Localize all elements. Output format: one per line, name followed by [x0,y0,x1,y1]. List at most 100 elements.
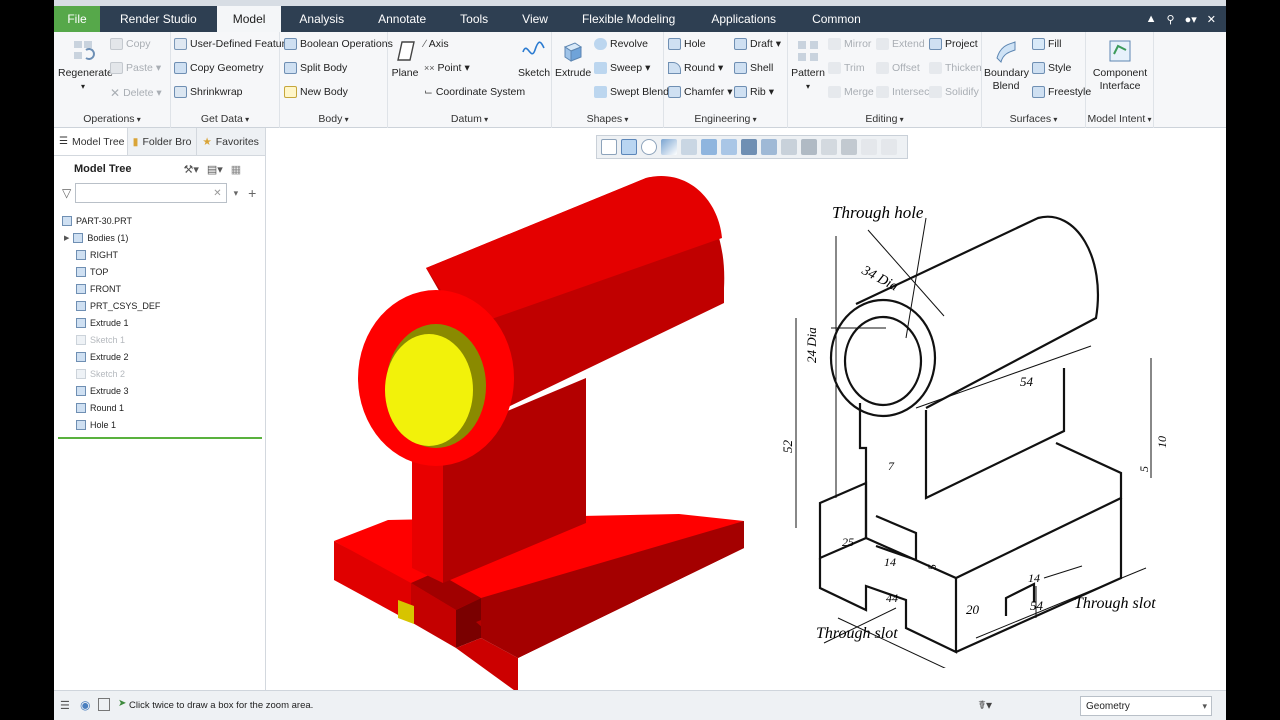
mirror-button[interactable]: Mirror [828,38,871,50]
tree-item[interactable]: Hole 1 [54,416,266,433]
component-interface-button[interactable]: Component Interface [1088,38,1152,93]
tree-item[interactable]: PRT_CSYS_DEF [54,297,266,314]
trim-button[interactable]: Trim [828,62,865,74]
extrude-button[interactable]: Extrude [555,38,591,80]
tree-item[interactable]: Extrude 1 [54,314,266,331]
project-button[interactable]: Project [929,38,978,50]
shrinkwrap-button[interactable]: Shrinkwrap [174,86,243,98]
spin-center-icon[interactable] [821,139,837,155]
group-label-editing[interactable]: Editing [788,113,981,125]
swept-blend-button[interactable]: Swept Blend [594,86,669,98]
tree-insert-marker[interactable] [58,437,262,439]
expand-icon[interactable]: ▶ [64,234,69,242]
tree-item[interactable]: Sketch 1 [54,331,266,348]
tab-file[interactable]: File [54,6,100,32]
group-label-datum[interactable]: Datum [388,113,551,125]
revolve-button[interactable]: Revolve [594,38,648,50]
copy-geometry-button[interactable]: Copy Geometry [174,62,264,74]
sketch-button[interactable]: Sketch [518,38,550,80]
close-icon[interactable]: ✕ [1207,13,1216,26]
pattern-button[interactable]: Pattern ▾ [790,38,826,93]
group-label-shapes[interactable]: Shapes [552,113,663,125]
tab-folder-browser[interactable]: ▮ Folder Bro [128,128,198,155]
fill-button[interactable]: Fill [1032,38,1061,50]
section-icon[interactable] [841,139,857,155]
next-icon[interactable] [881,139,897,155]
sweep-button[interactable]: Sweep ▾ [594,62,650,74]
tab-flexible-modeling[interactable]: Flexible Modeling [564,6,693,32]
find-icon[interactable]: ☤▾ [978,698,992,712]
part-3d-model[interactable] [266,128,786,690]
tab-common[interactable]: Common [794,6,879,32]
tab-annotate[interactable]: Annotate [362,6,442,32]
tab-model-tree[interactable]: ☰ Model Tree [54,128,128,155]
tab-view[interactable]: View [506,6,564,32]
tree-item[interactable]: RIGHT [54,246,266,263]
group-label-model-intent[interactable]: Model Intent [1086,113,1153,125]
freestyle-button[interactable]: Freestyle [1032,86,1091,98]
tree-item[interactable]: TOP [54,263,266,280]
tab-render-studio[interactable]: Render Studio [100,6,217,32]
tree-search-input[interactable] [75,183,228,203]
tab-favorites[interactable]: ★ Favorites [197,128,265,155]
round-button[interactable]: Round ▾ [668,62,723,74]
intersect-button[interactable]: Intersect [876,86,932,98]
draft-button[interactable]: Draft ▾ [734,38,781,50]
tab-applications[interactable]: Applications [693,6,794,32]
tree-item[interactable]: ▶ Bodies (1) [54,229,266,246]
tree-item[interactable]: PART-30.PRT [54,212,266,229]
extend-button[interactable]: Extend [876,38,925,50]
tab-tools[interactable]: Tools [442,6,506,32]
status-tree-icon[interactable]: ☰ [60,699,70,712]
regenerate-button[interactable]: Regenerate ▾ [58,38,113,93]
selection-filter-dropdown[interactable]: Geometry [1080,696,1212,716]
tab-analysis[interactable]: Analysis [281,6,362,32]
boolean-operations-button[interactable]: Boolean Operations [284,38,393,50]
group-label-surfaces[interactable]: Surfaces [982,113,1085,125]
rib-button[interactable]: Rib ▾ [734,86,774,98]
paste-button[interactable]: Paste ▾ [110,62,161,74]
add-filter-icon[interactable]: + [248,185,256,201]
tree-item[interactable]: Sketch 2 [54,365,266,382]
new-body-button[interactable]: New Body [284,86,348,98]
point-button[interactable]: ×× Point ▾ [424,62,470,74]
status-fullscreen-icon[interactable] [98,698,110,711]
copy-button[interactable]: Copy [110,38,151,50]
tree-item[interactable]: Round 1 [54,399,266,416]
merge-button[interactable]: Merge [828,86,874,98]
axis-button[interactable]: ∕ Axis [424,38,449,50]
delete-button[interactable]: ✕ Delete ▾ [110,86,162,100]
tree-settings-icon[interactable]: ⚒▾ [183,163,198,176]
pause-icon[interactable] [861,139,877,155]
tree-columns-icon[interactable]: ▤▾ [207,163,223,176]
coordinate-system-button[interactable]: ⌙ Coordinate System [424,86,525,98]
split-body-button[interactable]: Split Body [284,62,347,74]
graphics-area[interactable]: Through hole 34 Dia 24 Dia 52 54 7 10 5 … [266,128,1226,690]
tab-model[interactable]: Model [216,6,282,32]
boundary-blend-button[interactable]: Boundary Blend [984,38,1029,93]
annotation-display-icon[interactable] [801,139,817,155]
minimize-ribbon-icon[interactable]: ▲ [1146,13,1157,25]
hole-button[interactable]: Hole [668,38,706,50]
clear-filter-icon[interactable]: ✕ [213,188,221,199]
tree-item[interactable]: FRONT [54,280,266,297]
solidify-button[interactable]: Solidify [929,86,979,98]
thicken-button[interactable]: Thicken [929,62,982,74]
plane-button[interactable]: Plane [390,38,420,80]
status-browser-icon[interactable]: ◉ [80,698,90,712]
chamfer-button[interactable]: Chamfer ▾ [668,86,733,98]
tree-filter-icon[interactable]: ▦ [231,163,241,176]
shell-button[interactable]: Shell [734,62,773,74]
help-icon[interactable]: ●▾ [1185,13,1197,26]
offset-button[interactable]: Offset [876,62,920,74]
tree-item[interactable]: Extrude 3 [54,382,266,399]
group-label-get-data[interactable]: Get Data [171,113,279,125]
udf-button[interactable]: User-Defined Feature [174,38,291,50]
search-icon[interactable]: ⚲ [1167,13,1175,26]
group-label-operations[interactable]: Operations [54,113,170,125]
tree-item[interactable]: Extrude 2 [54,348,266,365]
filter-dropdown-icon[interactable]: ▾ [234,188,239,199]
group-label-body[interactable]: Body [280,113,387,125]
style-button[interactable]: Style [1032,62,1071,74]
group-label-engineering[interactable]: Engineering [664,113,787,125]
